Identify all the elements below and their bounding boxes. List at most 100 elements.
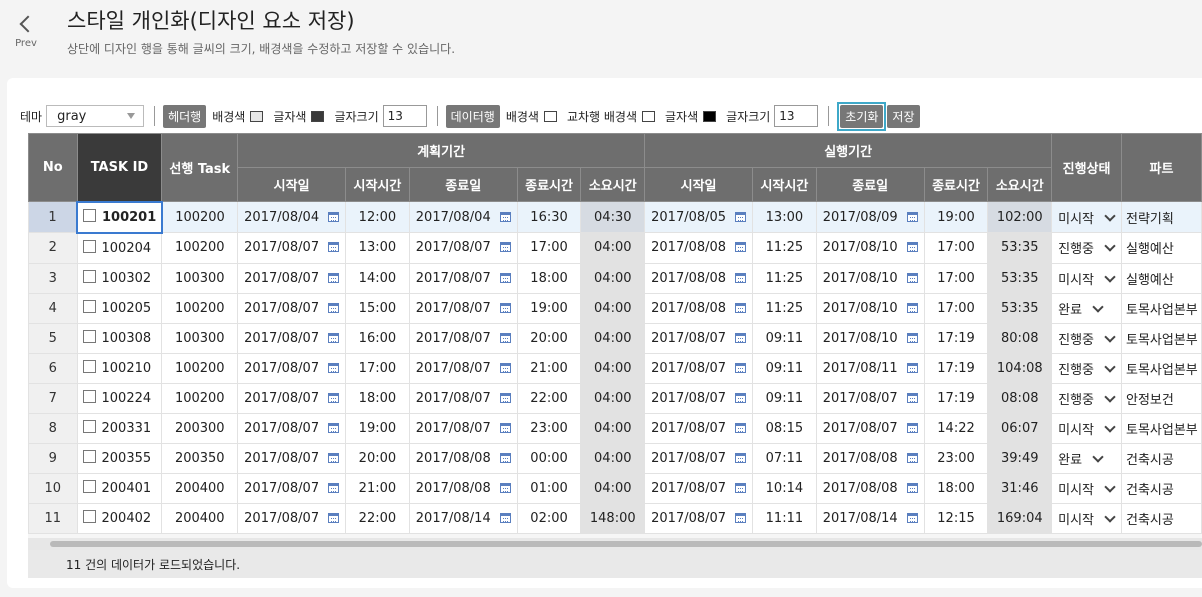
actual-start-date-cell[interactable]: 2017/08/07 xyxy=(644,442,754,474)
save-button[interactable]: 저장 xyxy=(887,104,920,128)
calendar-icon[interactable] xyxy=(499,482,511,493)
status-select[interactable]: 완료 xyxy=(1051,292,1122,324)
actual-end-time-cell[interactable]: 17:00 xyxy=(923,262,989,294)
horizontal-scrollbar[interactable] xyxy=(28,538,1202,550)
part-cell[interactable]: 토목사업본부 xyxy=(1121,352,1202,384)
actual-start-date-cell[interactable]: 2017/08/08 xyxy=(644,232,754,264)
plan-end-time-cell[interactable]: 17:00 xyxy=(516,232,582,264)
plan-start-date-cell[interactable]: 2017/08/07 xyxy=(237,262,347,294)
calendar-icon[interactable] xyxy=(328,362,340,373)
calendar-icon[interactable] xyxy=(328,272,340,283)
status-select[interactable]: 진행중 xyxy=(1051,322,1122,354)
actual-start-date-cell[interactable]: 2017/08/05 xyxy=(644,201,754,233)
calendar-icon[interactable] xyxy=(735,392,747,403)
calendar-icon[interactable] xyxy=(328,302,340,313)
plan-start-date-cell[interactable]: 2017/08/07 xyxy=(237,502,347,534)
task-id-cell[interactable]: 100201 xyxy=(76,200,163,234)
calendar-icon[interactable] xyxy=(735,482,747,493)
calendar-icon[interactable] xyxy=(906,332,918,343)
plan-start-date-cell[interactable]: 2017/08/07 xyxy=(237,412,347,444)
task-id-cell[interactable]: 200331 xyxy=(76,412,163,444)
calendar-icon[interactable] xyxy=(499,242,511,253)
plan-end-time-cell[interactable]: 00:00 xyxy=(516,442,582,474)
plan-start-time-cell[interactable]: 15:00 xyxy=(345,292,410,324)
calendar-icon[interactable] xyxy=(328,512,340,523)
data-fg-color-swatch[interactable] xyxy=(703,110,717,122)
col-header-pred-task[interactable]: 선행 Task xyxy=(161,133,239,202)
actual-start-date-cell[interactable]: 2017/08/08 xyxy=(644,262,754,294)
calendar-icon[interactable] xyxy=(499,302,511,313)
actual-end-date-cell[interactable]: 2017/08/08 xyxy=(815,442,925,474)
plan-end-time-cell[interactable]: 16:30 xyxy=(516,201,582,233)
plan-start-time-cell[interactable]: 12:00 xyxy=(345,201,410,233)
table-row[interactable]: 1 100201 100200 2017/08/04 12:00 2017/08/04 16… xyxy=(28,200,1202,234)
calendar-icon[interactable] xyxy=(735,452,747,463)
calendar-icon[interactable] xyxy=(906,452,918,463)
calendar-icon[interactable] xyxy=(735,272,747,283)
calendar-icon[interactable] xyxy=(328,422,340,433)
pred-task-cell[interactable]: 100200 xyxy=(161,292,239,324)
checkbox-icon[interactable] xyxy=(82,300,96,313)
pred-task-cell[interactable]: 200300 xyxy=(161,412,239,444)
calendar-icon[interactable] xyxy=(328,482,340,493)
actual-start-time-cell[interactable]: 09:11 xyxy=(752,322,817,354)
calendar-icon[interactable] xyxy=(499,211,511,222)
actual-start-date-cell[interactable]: 2017/08/07 xyxy=(644,352,754,384)
plan-start-date-cell[interactable]: 2017/08/04 xyxy=(237,201,347,233)
checkbox-icon[interactable] xyxy=(82,450,96,463)
plan-end-time-cell[interactable]: 18:00 xyxy=(516,262,582,294)
status-select[interactable]: 진행중 xyxy=(1051,382,1122,414)
task-id-cell[interactable]: 100224 xyxy=(76,382,163,414)
status-select[interactable]: 진행중 xyxy=(1051,232,1122,264)
actual-start-time-cell[interactable]: 09:11 xyxy=(752,352,817,384)
calendar-icon[interactable] xyxy=(906,422,918,433)
col-header-task-id[interactable]: TASK ID xyxy=(76,133,163,202)
calendar-icon[interactable] xyxy=(906,512,918,523)
part-cell[interactable]: 건축시공 xyxy=(1121,472,1202,504)
col-header-part[interactable]: 파트 xyxy=(1121,133,1202,202)
actual-start-date-cell[interactable]: 2017/08/07 xyxy=(644,472,754,504)
checkbox-icon[interactable] xyxy=(82,510,96,523)
col-header-actual-end-time[interactable]: 종료시간 xyxy=(923,167,989,202)
plan-start-date-cell[interactable]: 2017/08/07 xyxy=(237,292,347,324)
status-select[interactable]: 완료 xyxy=(1051,442,1122,474)
part-cell[interactable]: 전략기획 xyxy=(1121,201,1202,233)
part-cell[interactable]: 토목사업본부 xyxy=(1121,412,1202,444)
actual-end-time-cell[interactable]: 17:00 xyxy=(923,232,989,264)
part-cell[interactable]: 안정보건 xyxy=(1121,382,1202,414)
checkbox-icon[interactable] xyxy=(82,390,96,403)
status-select[interactable]: 미시작 xyxy=(1051,412,1122,444)
pred-task-cell[interactable]: 200400 xyxy=(161,502,239,534)
status-select[interactable]: 미시작 xyxy=(1051,262,1122,294)
actual-end-time-cell[interactable]: 14:22 xyxy=(923,412,989,444)
col-header-plan-start-time[interactable]: 시작시간 xyxy=(345,167,410,202)
col-header-actual-start-date[interactable]: 시작일 xyxy=(644,167,754,202)
task-id-cell[interactable]: 100210 xyxy=(76,352,163,384)
actual-start-time-cell[interactable]: 10:14 xyxy=(752,472,817,504)
checkbox-icon[interactable] xyxy=(83,209,96,222)
plan-end-date-cell[interactable]: 2017/08/07 xyxy=(408,382,518,414)
actual-end-date-cell[interactable]: 2017/08/08 xyxy=(815,472,925,504)
plan-start-time-cell[interactable]: 16:00 xyxy=(345,322,410,354)
table-row[interactable]: 6 100210 100200 2017/08/07 17:00 2017/08/07 21… xyxy=(28,352,1202,384)
calendar-icon[interactable] xyxy=(735,512,747,523)
col-header-actual-end-date[interactable]: 종료일 xyxy=(815,167,925,202)
plan-end-date-cell[interactable]: 2017/08/07 xyxy=(408,292,518,324)
col-header-status[interactable]: 진행상태 xyxy=(1051,133,1122,202)
task-id-cell[interactable]: 200355 xyxy=(76,442,163,474)
plan-end-date-cell[interactable]: 2017/08/07 xyxy=(408,232,518,264)
plan-end-time-cell[interactable]: 22:00 xyxy=(516,382,582,414)
header-bg-color-swatch[interactable] xyxy=(250,110,264,122)
calendar-icon[interactable] xyxy=(906,272,918,283)
plan-start-time-cell[interactable]: 17:00 xyxy=(345,352,410,384)
plan-end-date-cell[interactable]: 2017/08/08 xyxy=(408,442,518,474)
status-select[interactable]: 진행중 xyxy=(1051,352,1122,384)
calendar-icon[interactable] xyxy=(735,332,747,343)
actual-end-time-cell[interactable]: 23:00 xyxy=(923,442,989,474)
table-row[interactable]: 8 200331 200300 2017/08/07 19:00 2017/08/07 23… xyxy=(28,412,1202,444)
plan-end-time-cell[interactable]: 21:00 xyxy=(516,352,582,384)
calendar-icon[interactable] xyxy=(499,362,511,373)
col-header-plan-end-time[interactable]: 종료시간 xyxy=(516,167,582,202)
pred-task-cell[interactable]: 100200 xyxy=(161,382,239,414)
status-select[interactable]: 미시작 xyxy=(1051,201,1122,233)
